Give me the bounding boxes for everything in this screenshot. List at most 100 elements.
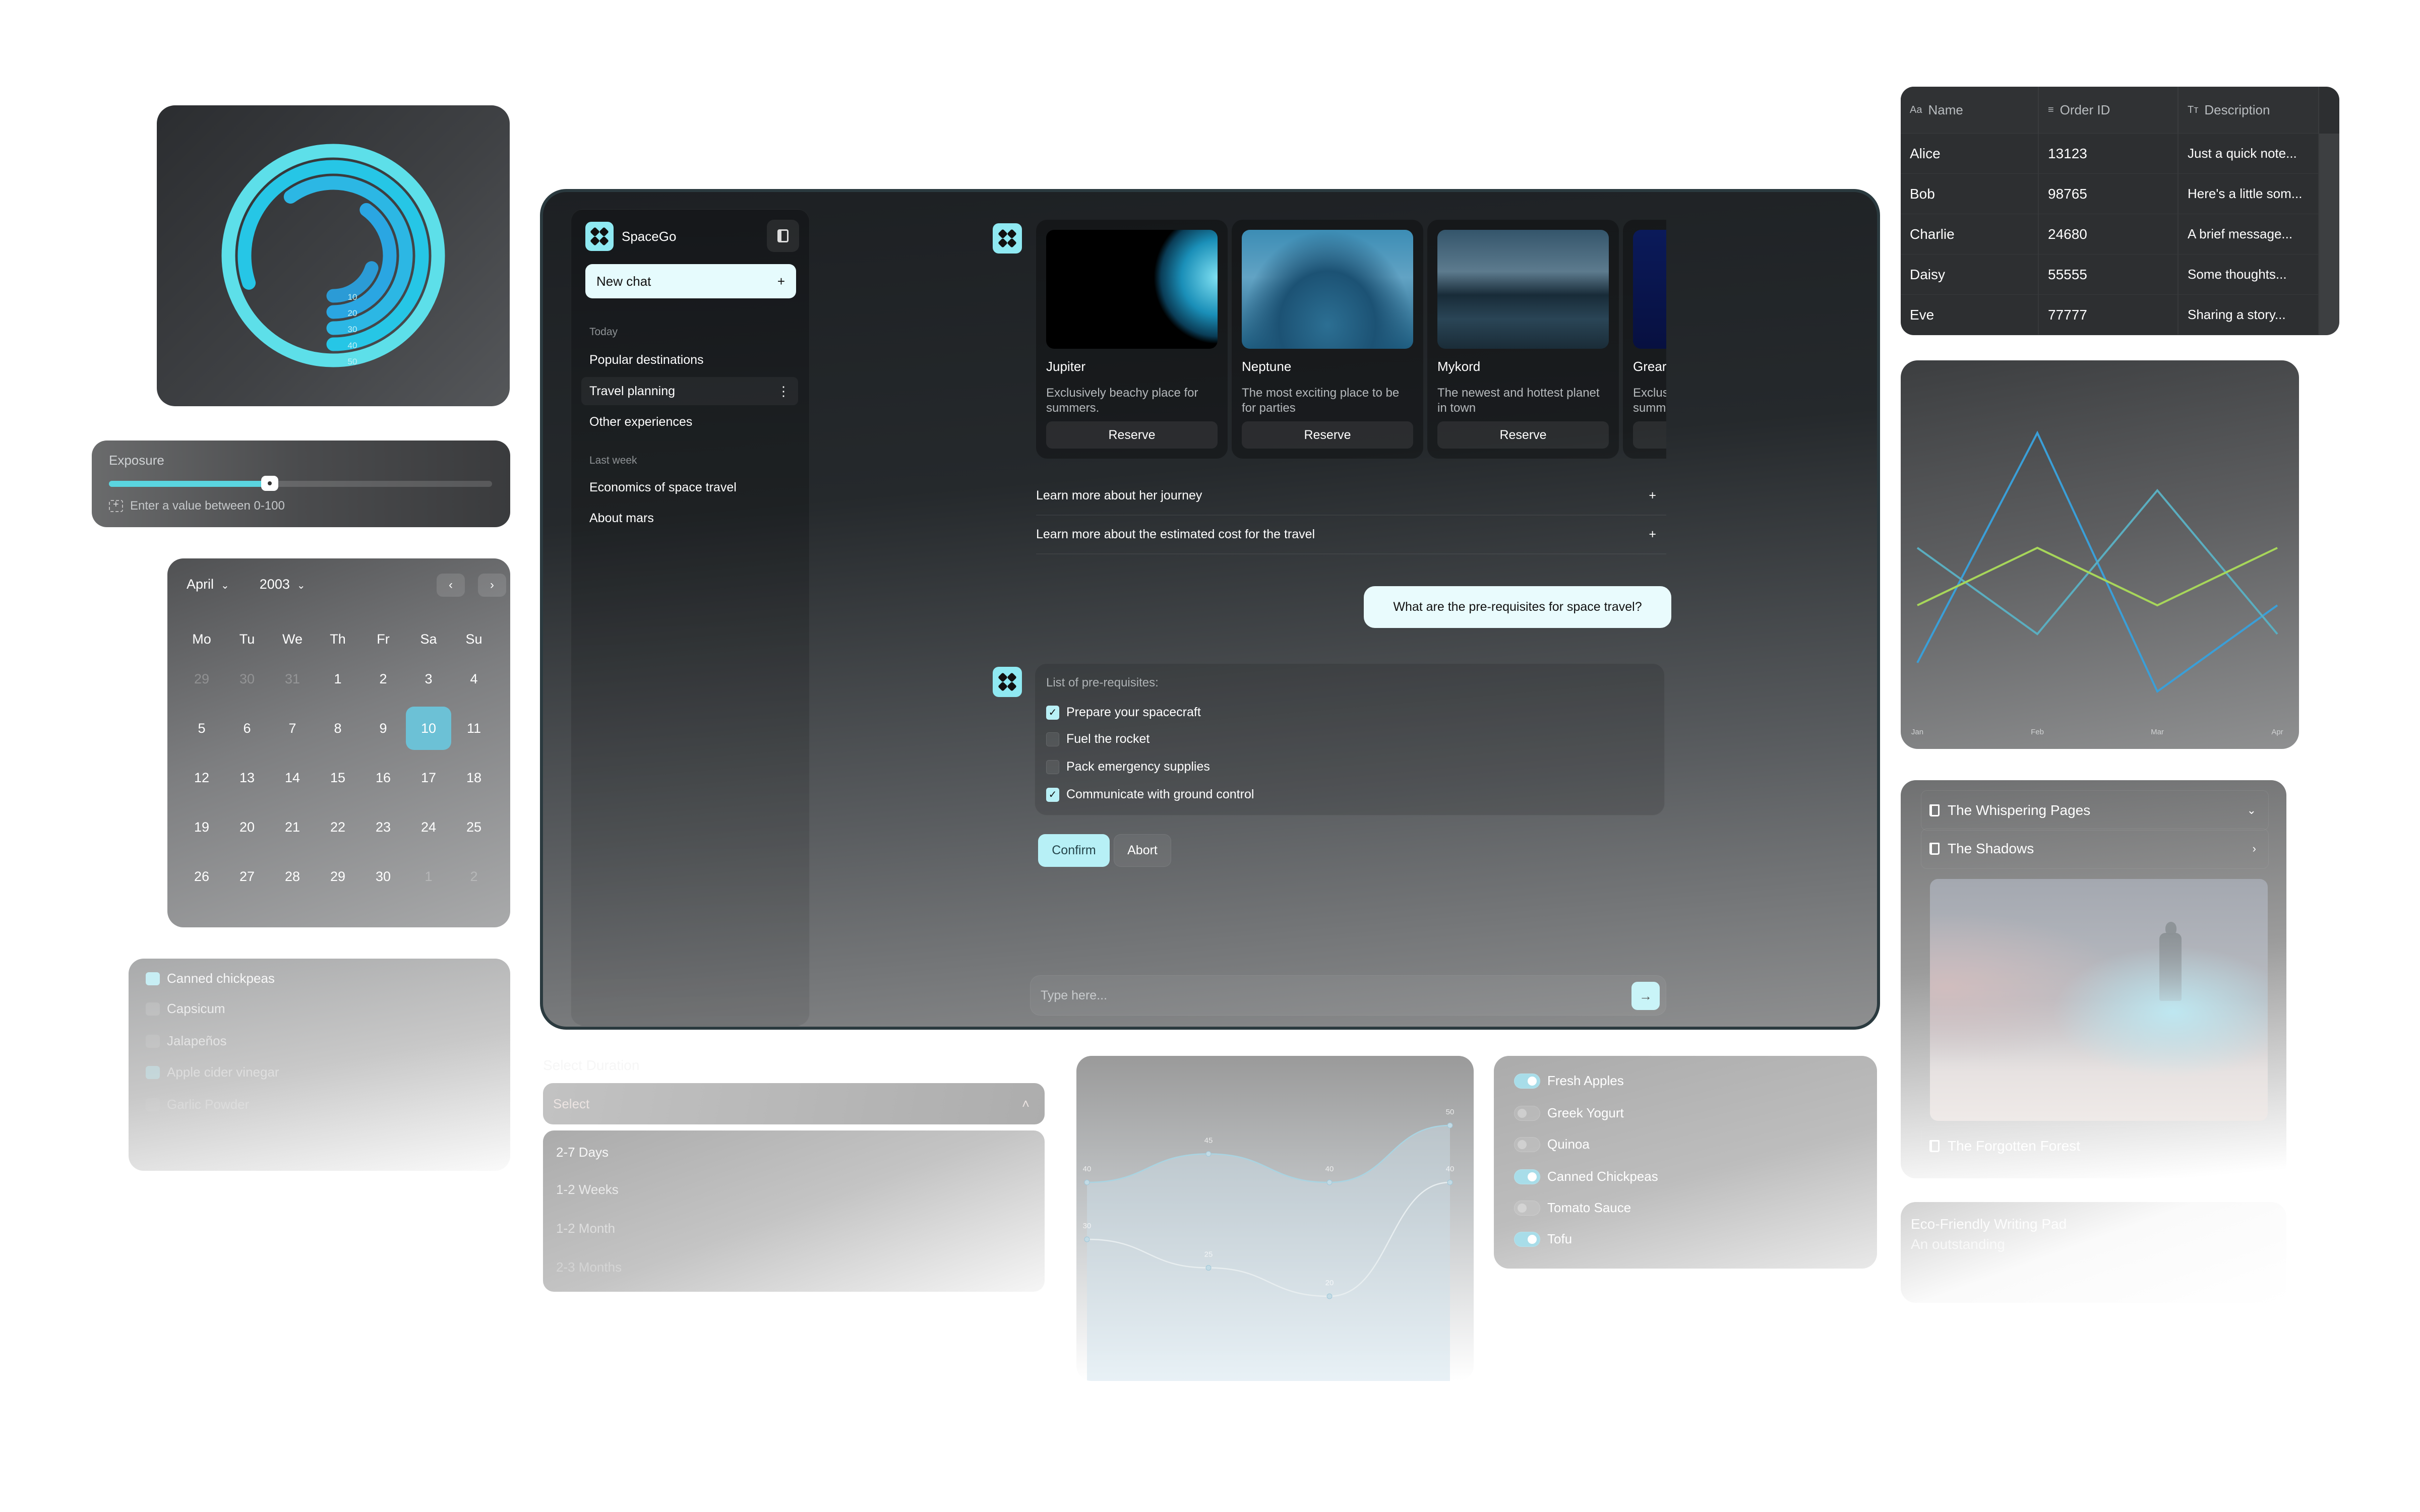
sidebar-item[interactable]: About mars: [581, 504, 798, 532]
checklist-item[interactable]: Fuel the rocket: [1046, 732, 1150, 746]
calendar-day[interactable]: 7: [270, 704, 315, 753]
calendar-day[interactable]: 5: [179, 704, 224, 753]
message-input[interactable]: Type here... →: [1030, 975, 1666, 1016]
reserve-button[interactable]: Reserve: [1046, 421, 1218, 449]
calendar-day[interactable]: 13: [224, 753, 270, 802]
checkbox[interactable]: [1046, 732, 1059, 746]
calendar-day[interactable]: 28: [270, 852, 315, 901]
new-chat-button[interactable]: New chat +: [585, 264, 796, 298]
destination-carousel[interactable]: Jupiter Exclusively beachy place for summ…: [1036, 220, 1666, 459]
column-header[interactable]: Aa Name: [1901, 87, 2039, 133]
calendar-day[interactable]: 23: [360, 802, 406, 852]
calendar-day[interactable]: 29: [179, 654, 224, 704]
checkbox[interactable]: [146, 972, 160, 985]
toggle-switch[interactable]: [1514, 1169, 1540, 1184]
checkbox[interactable]: [146, 1065, 160, 1079]
calendar-day[interactable]: 25: [451, 802, 497, 852]
toggle-switch[interactable]: [1514, 1231, 1540, 1247]
calendar-day[interactable]: 26: [179, 852, 224, 901]
toggle-switch[interactable]: [1514, 1137, 1540, 1152]
toggle-item[interactable]: Canned Chickpeas: [1514, 1169, 1658, 1184]
send-button[interactable]: →: [1631, 982, 1660, 1010]
table-scrollbar[interactable]: [2319, 134, 2339, 335]
table-row[interactable]: Daisy 55555 Some thoughts...: [1901, 255, 2319, 295]
accordion-item[interactable]: Learn more about her journey +: [1036, 477, 1666, 516]
calendar-day[interactable]: 30: [360, 852, 406, 901]
sidebar-item[interactable]: Economics of space travel: [581, 473, 798, 501]
reserve-button[interactable]: Reserve: [1242, 421, 1413, 449]
calendar-day[interactable]: 2: [360, 654, 406, 704]
more-options-icon[interactable]: ⋮: [777, 384, 790, 399]
duration-option[interactable]: 1-2 Month: [556, 1221, 615, 1236]
year-dropdown[interactable]: 2003 ⌄: [260, 577, 306, 592]
toggle-item[interactable]: Tofu: [1514, 1231, 1572, 1247]
table-row[interactable]: Bob 98765 Here's a little som...: [1901, 174, 2319, 214]
checklist-item[interactable]: ✓ Prepare your spacecraft: [1046, 705, 1201, 720]
calendar-day[interactable]: 29: [315, 852, 360, 901]
calendar-day[interactable]: 21: [270, 802, 315, 852]
ingredient-item[interactable]: Apple cider vinegar: [146, 1064, 279, 1080]
duration-option[interactable]: 2-7 Days: [556, 1145, 609, 1160]
toggle-item[interactable]: Tomato Sauce: [1514, 1200, 1631, 1216]
exposure-slider[interactable]: [109, 476, 492, 491]
ingredient-item[interactable]: Capsicum: [146, 1001, 225, 1017]
confirm-button[interactable]: Confirm: [1038, 834, 1110, 867]
checkbox[interactable]: ✓: [1046, 787, 1059, 802]
table-row[interactable]: Eve 77777 Sharing a story...: [1901, 295, 2319, 335]
slider-thumb[interactable]: [261, 476, 279, 491]
table-row[interactable]: Charlie 24680 A brief message...: [1901, 214, 2319, 255]
calendar-day[interactable]: 2: [451, 852, 497, 901]
month-dropdown[interactable]: April ⌄: [187, 577, 229, 592]
calendar-day[interactable]: 6: [224, 704, 270, 753]
calendar-day[interactable]: 11: [451, 704, 497, 753]
ingredient-item[interactable]: Garlic Powder: [146, 1097, 249, 1112]
calendar-day[interactable]: 1: [315, 654, 360, 704]
calendar-day[interactable]: 24: [406, 802, 451, 852]
toggle-switch[interactable]: [1514, 1073, 1540, 1089]
ingredient-item[interactable]: Canned chickpeas: [146, 971, 275, 986]
calendar-day[interactable]: 12: [179, 753, 224, 802]
book-accordion-item[interactable]: The Forgotten Forest: [1921, 1126, 2269, 1166]
checklist-item[interactable]: ✓ Communicate with ground control: [1046, 787, 1254, 802]
calendar-day[interactable]: 22: [315, 802, 360, 852]
calendar-day[interactable]: 3: [406, 654, 451, 704]
calendar-day[interactable]: 19: [179, 802, 224, 852]
calendar-day[interactable]: 4: [451, 654, 497, 704]
table-row[interactable]: Alice 13123 Just a quick note...: [1901, 134, 2319, 174]
calendar-day[interactable]: 17: [406, 753, 451, 802]
prev-month-button[interactable]: ‹: [437, 574, 465, 597]
calendar-day[interactable]: 27: [224, 852, 270, 901]
ingredient-item[interactable]: Jalapeños: [146, 1033, 227, 1049]
calendar-day[interactable]: 8: [315, 704, 360, 753]
calendar-day[interactable]: 16: [360, 753, 406, 802]
column-header[interactable]: ≡ Order ID: [2039, 87, 2179, 133]
sidebar-item[interactable]: Other experiences: [581, 408, 798, 436]
checkbox[interactable]: [146, 1002, 160, 1016]
column-header[interactable]: Tт Description: [2179, 87, 2319, 133]
sidebar-item[interactable]: Popular destinations: [581, 346, 798, 374]
accordion-item[interactable]: Learn more about the estimated cost for …: [1036, 516, 1666, 554]
reserve-button[interactable]: Reserve: [1633, 421, 1666, 449]
toggle-sidebar-button[interactable]: [767, 220, 799, 252]
calendar-day[interactable]: 20: [224, 802, 270, 852]
duration-option[interactable]: 2-3 Months: [556, 1259, 622, 1275]
checkbox[interactable]: ✓: [1046, 705, 1059, 720]
book-accordion-item[interactable]: The Shadows ›: [1921, 829, 2269, 869]
duration-option[interactable]: 1-2 Weeks: [556, 1182, 619, 1198]
toggle-item[interactable]: Quinoa: [1514, 1137, 1590, 1152]
checklist-item[interactable]: Pack emergency supplies: [1046, 760, 1210, 774]
calendar-day[interactable]: 14: [270, 753, 315, 802]
toggle-switch[interactable]: [1514, 1105, 1540, 1121]
book-accordion-item[interactable]: The Whispering Pages ⌄: [1921, 790, 2269, 831]
calendar-day[interactable]: 1: [406, 852, 451, 901]
toggle-item[interactable]: Greek Yogurt: [1514, 1105, 1624, 1121]
abort-button[interactable]: Abort: [1114, 834, 1171, 867]
next-month-button[interactable]: ›: [478, 574, 506, 597]
checkbox[interactable]: [146, 1098, 160, 1111]
toggle-item[interactable]: Fresh Apples: [1514, 1073, 1624, 1089]
calendar-day[interactable]: 9: [360, 704, 406, 753]
duration-select[interactable]: Select ˄: [543, 1083, 1045, 1124]
calendar-day[interactable]: 18: [451, 753, 497, 802]
calendar-day[interactable]: 10: [406, 704, 451, 753]
calendar-day[interactable]: 15: [315, 753, 360, 802]
